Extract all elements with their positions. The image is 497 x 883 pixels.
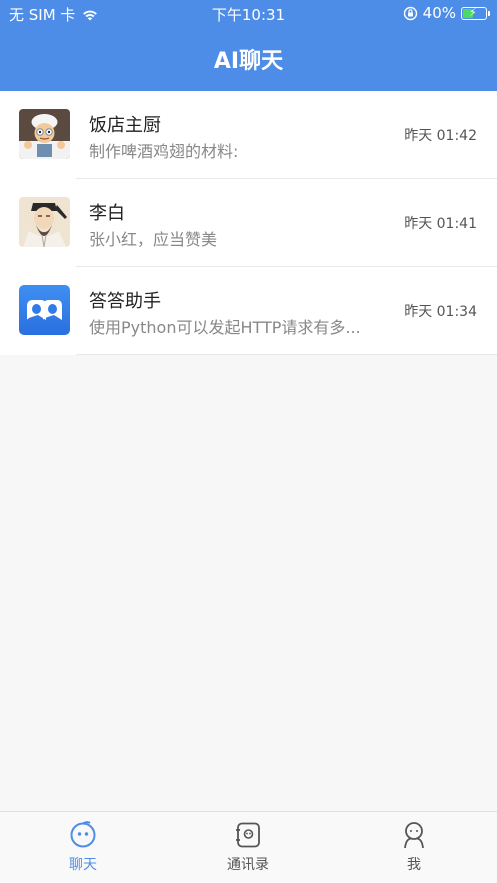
divider: [76, 354, 497, 355]
chat-preview: 使用Python可以发起HTTP请求有多...: [89, 318, 361, 337]
li-bai-avatar-icon: [19, 197, 70, 247]
chat-time: 昨天 01:34: [404, 304, 477, 320]
chat-preview: 制作啤酒鸡翅的材料:: [89, 142, 239, 161]
chef-avatar-icon: [19, 109, 70, 159]
orientation-lock-icon: [403, 6, 417, 20]
tab-label: 聊天: [69, 857, 97, 873]
chat-list-item[interactable]: 李白 张小红，应当赞美 昨天 01:41: [0, 179, 497, 267]
chat-name: 饭店主厨: [89, 115, 161, 136]
chat-time: 昨天 01:41: [404, 216, 477, 232]
status-bar: 无 SIM 卡 下午10:31 40% ⚡: [0, 0, 497, 26]
profile-icon: [404, 822, 424, 849]
page-title: AI聊天: [213, 49, 284, 74]
tab-profile[interactable]: 我: [354, 820, 474, 874]
tab-label: 通讯录: [227, 857, 269, 873]
chat-name: 答答助手: [89, 291, 161, 312]
battery-icon: ⚡: [461, 5, 490, 20]
tab-label: 我: [407, 857, 421, 873]
app-header: 无 SIM 卡 下午10:31 40% ⚡ AI聊天: [0, 0, 497, 91]
status-right: 40% ⚡: [403, 4, 490, 22]
chat-list-item[interactable]: 答答助手 使用Python可以发起HTTP请求有多... 昨天 01:34: [0, 267, 497, 355]
charging-bolt-icon: ⚡: [469, 5, 477, 19]
tab-contacts[interactable]: 通讯录: [188, 820, 308, 874]
chat-name: 李白: [89, 203, 125, 224]
battery-percent: 40%: [422, 4, 456, 22]
contacts-icon: [236, 822, 260, 848]
chat-preview: 张小红，应当赞美: [89, 230, 218, 249]
chat-list-item[interactable]: 饭店主厨 制作啤酒鸡翅的材料: 昨天 01:42: [0, 91, 497, 179]
bottom-tab-bar: 聊天 通讯录 我: [0, 811, 497, 883]
assistant-avatar-icon: [19, 285, 70, 335]
chat-bubble-icon: [70, 821, 96, 848]
tab-chat[interactable]: 聊天: [23, 820, 143, 874]
chat-time: 昨天 01:42: [404, 128, 477, 144]
chat-list: 饭店主厨 制作啤酒鸡翅的材料: 昨天 01:42 李白 张小红，应当赞美 昨天 …: [0, 91, 497, 355]
